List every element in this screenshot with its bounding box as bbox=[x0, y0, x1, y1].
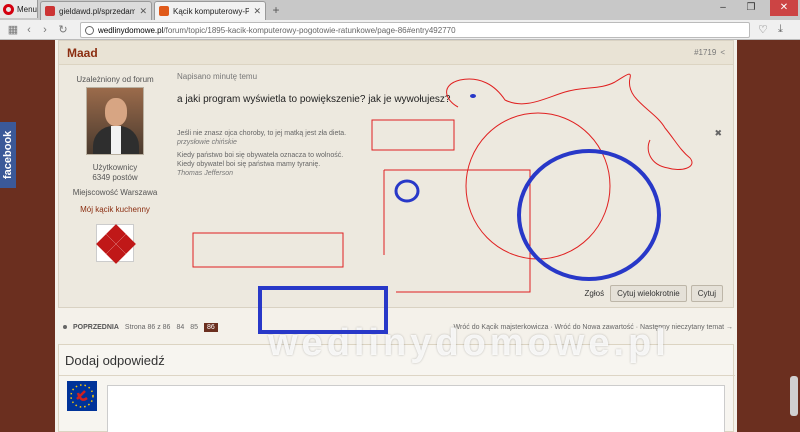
user-rank: Uzależniony od forum bbox=[76, 75, 154, 84]
prev-page-link[interactable]: POPRZEDNIA bbox=[73, 324, 119, 331]
post-actions: Zgłoś Cytuj wielokrotnie Cytuj bbox=[585, 285, 723, 302]
tab-title: gieldawd.pl/sprzedam bbox=[59, 6, 136, 16]
back-icon[interactable]: ‹ bbox=[22, 23, 36, 37]
scrollbar[interactable] bbox=[790, 376, 798, 416]
menu-label: Menu bbox=[16, 4, 37, 14]
favicon-icon bbox=[45, 6, 55, 16]
grid-icon[interactable]: ▦ bbox=[6, 23, 20, 37]
reply-editor[interactable] bbox=[107, 385, 725, 432]
post-text: a jaki program wyświetla to powiększenie… bbox=[177, 94, 451, 105]
forum-page: Maad #1719 < Uzależniony od forum Użytko… bbox=[55, 40, 737, 432]
current-page: 86 bbox=[204, 322, 218, 332]
forward-icon[interactable]: › bbox=[38, 23, 52, 37]
user-post-count: 6349 postów bbox=[92, 173, 138, 182]
minimize-button[interactable]: – bbox=[712, 0, 734, 16]
close-icon[interactable]: ✕ bbox=[253, 6, 261, 17]
tab-title: Kącik komputerowy-Pogot bbox=[173, 6, 249, 16]
post-header: Maad #1719 < bbox=[59, 41, 733, 65]
post-author[interactable]: Maad bbox=[67, 46, 694, 60]
url-text: wedlinydomowe.pl/forum/topic/1895-kacik-… bbox=[98, 25, 456, 35]
sig-quote: Kiedy obywatel boi się państwa mamy tyra… bbox=[177, 161, 321, 168]
browser-tab-bar: Menu gieldawd.pl/sprzedam ✕ Kącik komput… bbox=[0, 0, 800, 20]
reload-icon[interactable]: ↻ bbox=[56, 23, 70, 37]
new-tab-button[interactable]: + bbox=[268, 3, 284, 17]
avatar[interactable] bbox=[86, 87, 144, 155]
download-icon[interactable]: ⤓ bbox=[778, 23, 783, 36]
post-number[interactable]: #1719 bbox=[694, 48, 716, 57]
maximize-button[interactable]: ❐ bbox=[740, 0, 762, 16]
sig-quote: Kiedy państwo boi się obywatela oznacza … bbox=[177, 152, 344, 159]
opera-logo-icon bbox=[3, 3, 14, 15]
user-location: Miejscowość Warszawa bbox=[72, 188, 158, 197]
multiquote-button[interactable]: Cytuj wielokrotnie bbox=[610, 285, 687, 302]
browser-tab-kacik[interactable]: Kącik komputerowy-Pogot ✕ bbox=[154, 1, 266, 20]
bookmark-heart-icon[interactable]: ♡ bbox=[758, 23, 768, 36]
forum-post: Maad #1719 < Uzależniony od forum Użytko… bbox=[58, 40, 734, 308]
browser-menu-button[interactable]: Menu bbox=[0, 0, 38, 18]
sig-quote: Jeśli nie znasz ojca choroby, to jej mat… bbox=[177, 130, 347, 137]
window-close-button[interactable]: ✕ bbox=[770, 0, 798, 16]
sig-cite: przysłowie chińskie bbox=[177, 139, 237, 146]
browser-tab-gieldawd[interactable]: gieldawd.pl/sprzedam ✕ bbox=[40, 1, 152, 20]
page-link[interactable]: 84 bbox=[176, 324, 184, 331]
close-icon[interactable]: ✕ bbox=[139, 6, 147, 17]
page-info: Strona 86 z 86 bbox=[124, 323, 171, 331]
watermark: wedlinydomowe.pl bbox=[268, 322, 670, 364]
reply-avatar bbox=[67, 381, 97, 411]
post-date: Napisano minutę temu bbox=[177, 72, 258, 81]
facebook-side-tab[interactable]: facebook bbox=[0, 122, 16, 188]
reply-title: Dodaj odpowiedź bbox=[65, 353, 165, 368]
signature: Jeśli nie znasz ojca choroby, to jej mat… bbox=[177, 129, 477, 178]
user-info: Uzależniony od forum Użytkownicy 6349 po… bbox=[59, 65, 171, 264]
post-body: Napisano minutę temu a jaki program wyśw… bbox=[177, 65, 722, 295]
sig-cite: Thomas Jefferson bbox=[177, 170, 234, 177]
favicon-icon bbox=[159, 6, 169, 16]
quote-button[interactable]: Cytuj bbox=[690, 285, 723, 302]
user-badge-icon bbox=[96, 224, 136, 264]
globe-icon bbox=[85, 25, 94, 35]
page-link[interactable]: 85 bbox=[190, 324, 198, 331]
bullet-icon bbox=[63, 325, 67, 329]
divider bbox=[59, 375, 735, 376]
share-icon[interactable]: < bbox=[720, 48, 725, 57]
address-bar: ▦ ‹ › ↻ wedlinydomowe.pl/forum/topic/189… bbox=[0, 20, 800, 40]
user-group: Użytkownicy bbox=[92, 163, 138, 172]
close-signature-icon[interactable]: ✖ bbox=[714, 128, 722, 139]
user-kitchen-link[interactable]: Mój kącik kuchenny bbox=[59, 205, 171, 214]
report-link[interactable]: Zgłoś bbox=[585, 289, 605, 298]
url-input[interactable]: wedlinydomowe.pl/forum/topic/1895-kacik-… bbox=[80, 22, 750, 38]
